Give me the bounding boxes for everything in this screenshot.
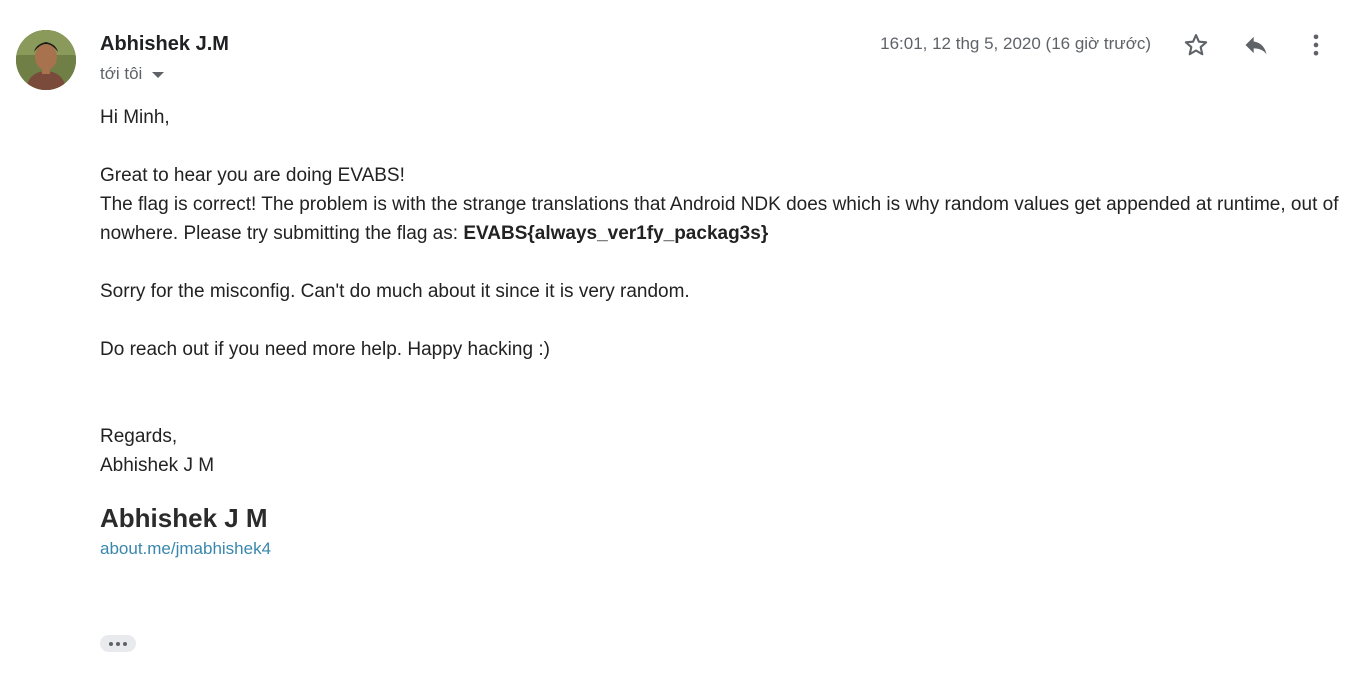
message-body: Hi Minh, Great to hear you are doing EVA…	[100, 103, 1340, 480]
body-line-3: Sorry for the misconfig. Can't do much a…	[100, 281, 690, 302]
reply-icon	[1245, 36, 1267, 55]
show-trimmed-content-button[interactable]	[100, 635, 136, 652]
recipient-details-toggle[interactable]: tới tôi	[100, 64, 165, 84]
sender-name: Abhishek J.M	[100, 33, 229, 55]
body-line-4: Do reach out if you need more help. Happ…	[100, 339, 550, 360]
closing-name: Abhishek J M	[100, 455, 215, 476]
body-paragraph-flag: The flag is correct! The problem is with…	[100, 190, 1340, 248]
signature-name: Abhishek J M	[100, 503, 268, 533]
more-options-button[interactable]	[1299, 28, 1333, 62]
closing: Regards,	[100, 426, 178, 447]
avatar[interactable]	[16, 30, 76, 90]
flag-text: EVABS{always_ver1fy_packag3s}	[463, 223, 769, 244]
dot-icon	[123, 641, 127, 646]
reply-button[interactable]	[1239, 28, 1273, 62]
star-icon	[1184, 34, 1208, 56]
body-line-1: Great to hear you are doing EVABS!	[100, 165, 405, 186]
signature-link[interactable]: about.me/jmabhishek4	[100, 539, 271, 559]
chevron-down-icon	[152, 72, 165, 78]
avatar-photo	[16, 30, 76, 90]
more-vert-icon	[1313, 34, 1319, 56]
greeting: Hi Minh,	[100, 107, 170, 128]
message-timestamp: 16:01, 12 thg 5, 2020 (16 giờ trước)	[880, 34, 1151, 53]
email-message: Abhishek J.M tới tôi 16:01, 12 thg 5, 20…	[0, 0, 1359, 688]
recipient-label: tới tôi	[100, 64, 143, 83]
star-button[interactable]	[1179, 28, 1213, 62]
dot-icon	[109, 641, 113, 646]
dot-icon	[116, 641, 120, 646]
